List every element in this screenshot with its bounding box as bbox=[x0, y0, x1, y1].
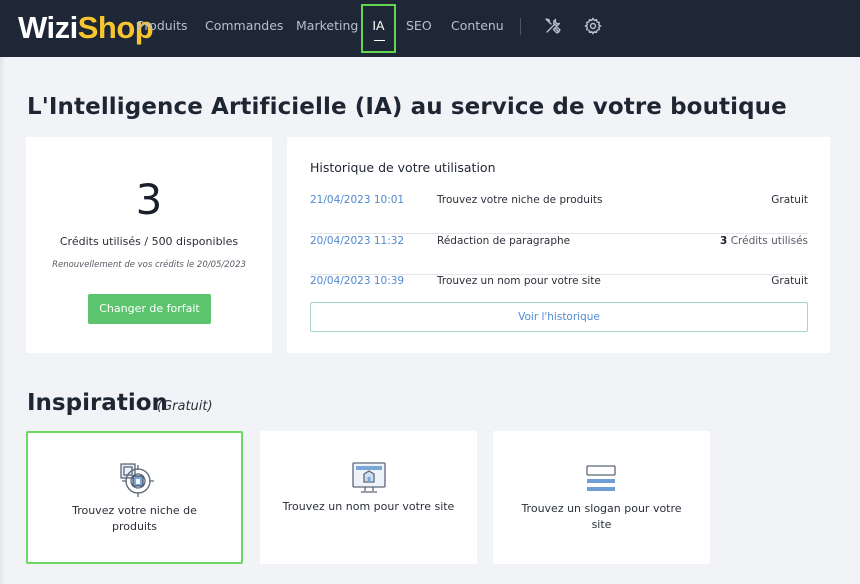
nav-item-marketing[interactable]: Marketing bbox=[296, 0, 358, 52]
history-cost-text: Gratuit bbox=[771, 194, 808, 206]
history-cost: Gratuit bbox=[771, 275, 808, 287]
inspiration-subtitle: (Gratuit) bbox=[157, 399, 213, 414]
history-label: Rédaction de paragraphe bbox=[437, 235, 571, 247]
nav-divider bbox=[520, 18, 521, 35]
history-cost-number: 3 bbox=[720, 235, 728, 247]
history-cost-text: Crédits utilisés bbox=[730, 235, 808, 247]
nav-item-seo[interactable]: SEO bbox=[406, 0, 432, 52]
history-date: 21/04/2023 10:01 bbox=[310, 194, 405, 206]
history-label: Trouvez un nom pour votre site bbox=[437, 275, 601, 287]
history-cost: Gratuit bbox=[771, 194, 808, 206]
top-navigation-bar: WiziShop Produits Commandes Marketing IA… bbox=[0, 0, 860, 57]
monitor-icon bbox=[351, 460, 387, 496]
nav-item-ia[interactable]: IA bbox=[361, 4, 396, 53]
tile-slogan-label: Trouvez un slogan pour votre site bbox=[521, 502, 682, 531]
nav-item-commandes[interactable]: Commandes bbox=[205, 0, 283, 52]
tile-name[interactable]: Trouvez un nom pour votre site bbox=[260, 431, 477, 564]
history-date: 20/04/2023 10:39 bbox=[310, 275, 405, 287]
target-box-icon bbox=[118, 461, 154, 497]
active-underline bbox=[374, 39, 385, 41]
inspiration-title: Inspiration bbox=[27, 390, 168, 416]
left-panel-edge bbox=[0, 57, 6, 584]
nav-item-ia-label: IA bbox=[372, 18, 385, 33]
tile-niche-label: Trouvez votre niche de produits bbox=[72, 504, 197, 533]
view-history-button[interactable]: Voir l'historique bbox=[310, 302, 808, 332]
credits-summary: Crédits utilisés / 500 disponibles bbox=[59, 235, 239, 248]
text-lines-icon bbox=[583, 462, 619, 498]
wizishop-logo[interactable]: WiziShop bbox=[18, 10, 154, 46]
page-title: L'Intelligence Artificielle (IA) au serv… bbox=[27, 94, 787, 120]
history-row: 21/04/2023 10:01 Trouvez votre niche de … bbox=[310, 194, 808, 234]
tile-niche[interactable]: Trouvez votre niche de produits bbox=[26, 431, 243, 564]
credits-used-number: 3 bbox=[135, 175, 163, 224]
change-plan-button[interactable]: Changer de forfait bbox=[88, 294, 211, 324]
tile-slogan[interactable]: Trouvez un slogan pour votre site bbox=[493, 431, 710, 564]
history-cost-text: Gratuit bbox=[771, 275, 808, 287]
credits-renewal-note: Renouvellement de vos crédits le 20/05/2… bbox=[52, 260, 246, 270]
history-cost: 3 Crédits utilisés bbox=[720, 235, 808, 247]
nav-item-contenu[interactable]: Contenu bbox=[451, 0, 504, 52]
history-date: 20/04/2023 11:32 bbox=[310, 235, 405, 247]
tools-icon[interactable] bbox=[544, 17, 562, 35]
gear-icon[interactable] bbox=[584, 17, 602, 35]
history-title: Historique de votre utilisation bbox=[310, 160, 496, 175]
nav-item-produits[interactable]: Produits bbox=[137, 0, 188, 52]
history-label: Trouvez votre niche de produits bbox=[437, 194, 603, 206]
tile-name-label: Trouvez un nom pour votre site bbox=[282, 500, 455, 513]
history-row: 20/04/2023 11:32 Rédaction de paragraphe… bbox=[310, 235, 808, 275]
